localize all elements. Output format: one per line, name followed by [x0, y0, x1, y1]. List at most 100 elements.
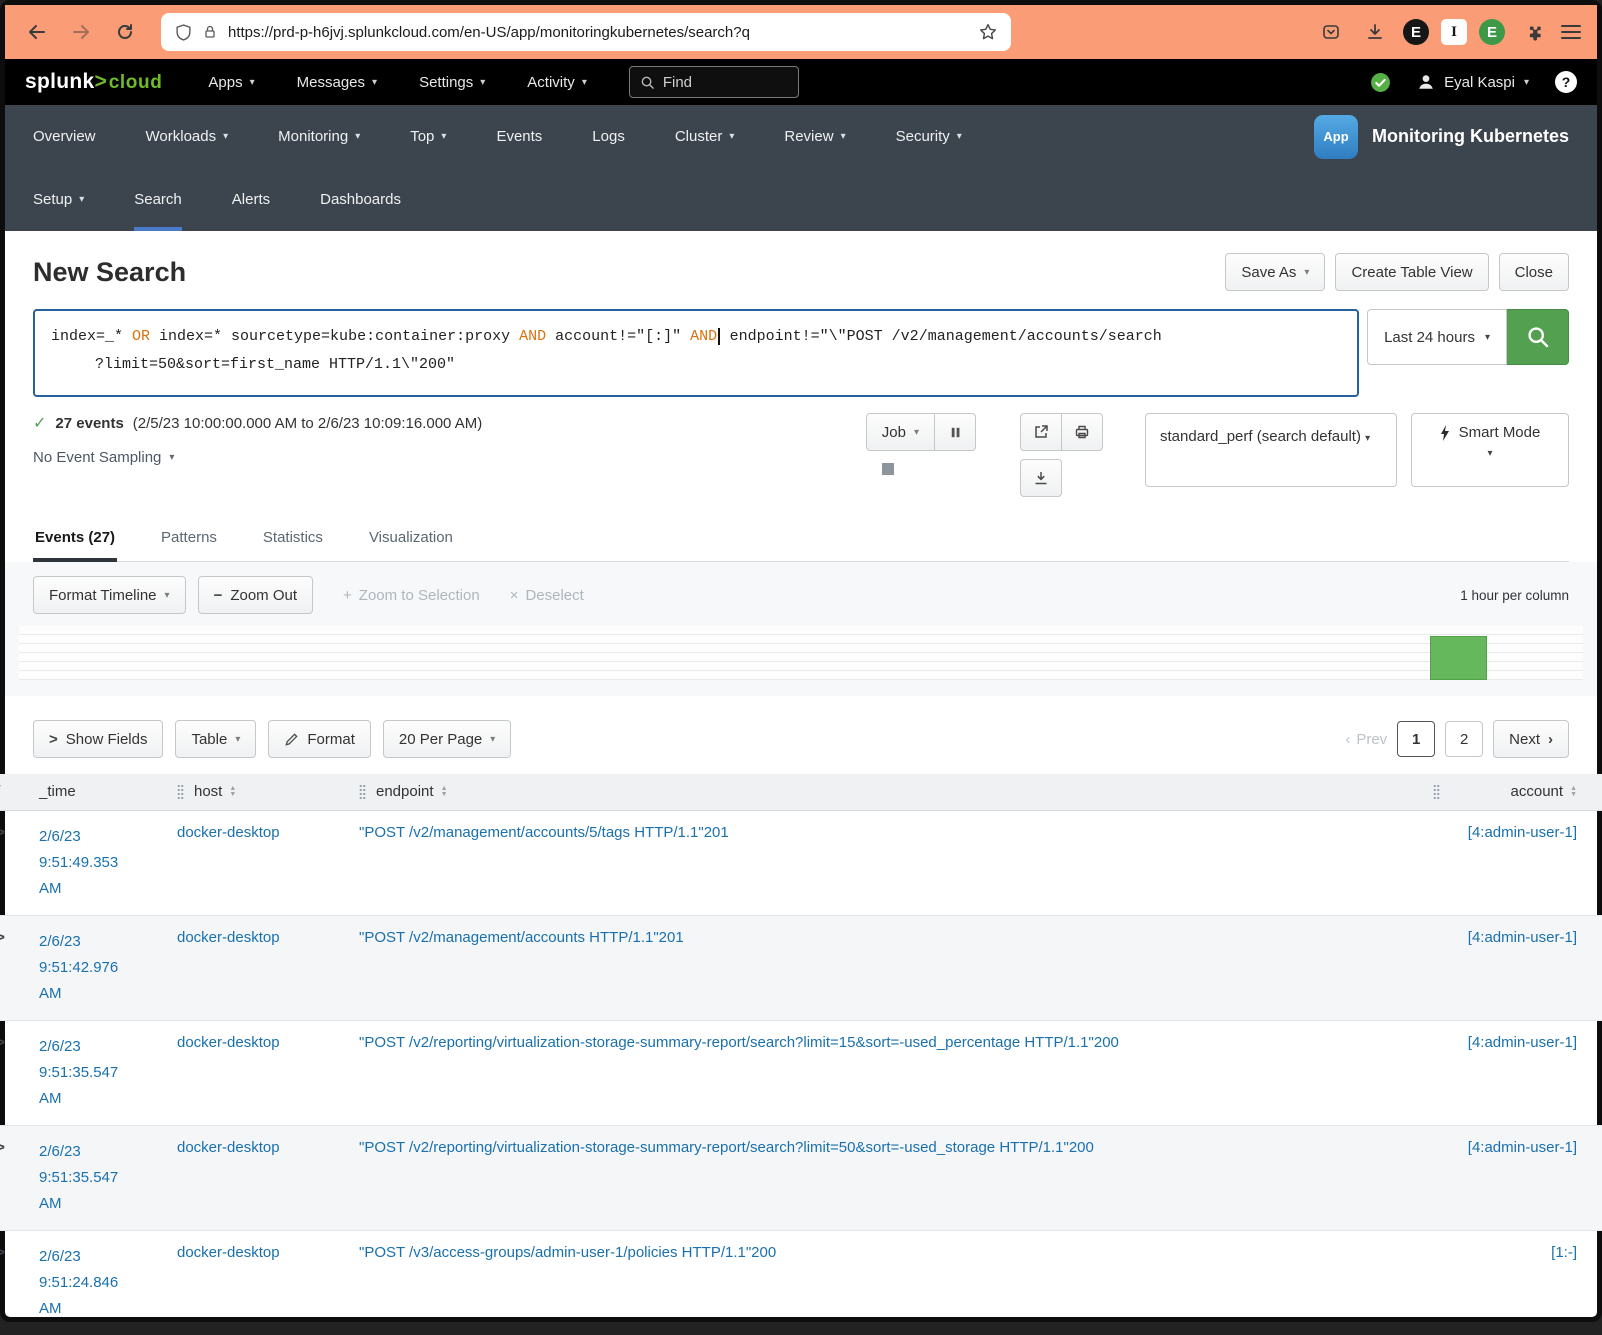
browser-forward-button[interactable] — [65, 16, 97, 48]
host-link[interactable]: docker-desktop — [177, 1034, 280, 1051]
nav-setup[interactable]: Setup▾ — [33, 168, 84, 231]
tab-patterns[interactable]: Patterns — [159, 519, 219, 561]
per-page-selector[interactable]: 20 Per Page ▾ — [383, 720, 511, 758]
extensions-button[interactable] — [1517, 16, 1549, 48]
pocket-button[interactable] — [1315, 16, 1347, 48]
column-drag-handle-icon[interactable] — [177, 784, 184, 799]
page-2-button[interactable]: 2 — [1445, 721, 1483, 757]
find-box[interactable] — [629, 66, 799, 98]
menu-button[interactable] — [1561, 21, 1581, 43]
export-results-button[interactable] — [1020, 459, 1062, 497]
address-bar[interactable]: https://prd-p-h6jvj.splunkcloud.com/en-U… — [161, 13, 1011, 51]
nav-review[interactable]: Review▾ — [784, 105, 845, 168]
nav-monitoring[interactable]: Monitoring▾ — [278, 105, 360, 168]
timeline-chart[interactable] — [19, 626, 1583, 680]
sort-icon[interactable]: ▲▼ — [1570, 786, 1577, 797]
endpoint-link[interactable]: "POST /v3/access-groups/admin-user-1/pol… — [359, 1244, 776, 1261]
menu-messages[interactable]: Messages ▾ — [297, 74, 377, 91]
menu-apps[interactable]: Apps ▾ — [208, 74, 254, 91]
timeline-bar[interactable] — [1430, 636, 1487, 680]
nav-events[interactable]: Events — [496, 105, 542, 168]
host-link[interactable]: docker-desktop — [177, 824, 280, 841]
nav-workloads[interactable]: Workloads▾ — [146, 105, 229, 168]
menu-settings[interactable]: Settings ▾ — [419, 74, 485, 91]
nav-overview[interactable]: Overview — [33, 105, 96, 168]
account-link[interactable]: [4:admin-user-1] — [1468, 824, 1577, 841]
endpoint-link[interactable]: "POST /v2/management/accounts/5/tags HTT… — [359, 824, 729, 841]
time-column-header[interactable]: _time — [39, 783, 76, 800]
event-time-link[interactable]: 2/6/239:51:42.976AM — [39, 929, 161, 1007]
nav-security[interactable]: Security▾ — [896, 105, 962, 168]
host-column-header[interactable]: host — [194, 783, 222, 800]
expand-event-icon[interactable]: > — [0, 1245, 5, 1262]
endpoint-link[interactable]: "POST /v2/reporting/virtualization-stora… — [359, 1139, 1094, 1156]
endpoint-column-header[interactable]: endpoint — [376, 783, 434, 800]
column-drag-handle-icon[interactable] — [359, 784, 366, 799]
host-link[interactable]: docker-desktop — [177, 929, 280, 946]
account-link[interactable]: [4:admin-user-1] — [1468, 1139, 1577, 1156]
expand-event-icon[interactable]: > — [0, 930, 5, 947]
time-range-picker[interactable]: Last 24 hours ▾ — [1367, 309, 1507, 365]
nav-cluster[interactable]: Cluster▾ — [675, 105, 735, 168]
downloads-button[interactable] — [1359, 16, 1391, 48]
next-page-button[interactable]: Next › — [1493, 720, 1569, 758]
sort-icon[interactable]: ▲▼ — [441, 786, 448, 797]
host-link[interactable]: docker-desktop — [177, 1244, 280, 1261]
account-link[interactable]: [4:admin-user-1] — [1468, 929, 1577, 946]
format-button[interactable]: Format — [268, 720, 371, 758]
column-drag-handle-icon[interactable] — [1433, 784, 1440, 799]
event-time-link[interactable]: 2/6/239:51:35.547AM — [39, 1034, 161, 1112]
nav-search[interactable]: Search — [134, 168, 182, 231]
browser-back-button[interactable] — [21, 16, 53, 48]
share-job-button[interactable] — [1020, 413, 1062, 451]
browser-reload-button[interactable] — [109, 16, 141, 48]
nav-logs[interactable]: Logs — [592, 105, 625, 168]
extension-badge-2[interactable]: I — [1441, 19, 1467, 45]
expand-event-icon[interactable]: > — [0, 1140, 5, 1157]
user-menu[interactable]: Eyal Kaspi ▾ — [1417, 73, 1529, 91]
help-button[interactable]: ? — [1555, 71, 1577, 93]
menu-activity[interactable]: Activity ▾ — [527, 74, 587, 91]
sort-icon[interactable]: ▲▼ — [229, 786, 236, 797]
endpoint-link[interactable]: "POST /v2/reporting/virtualization-stora… — [359, 1034, 1119, 1051]
display-as-table-button[interactable]: Table ▾ — [175, 720, 256, 758]
zoom-out-button[interactable]: − Zoom Out — [198, 576, 313, 614]
tab-events[interactable]: Events (27) — [33, 519, 117, 562]
account-link[interactable]: [1:-] — [1551, 1244, 1577, 1261]
search-button[interactable] — [1507, 309, 1569, 365]
pause-job-button[interactable] — [934, 413, 976, 451]
format-timeline-button[interactable]: Format Timeline ▾ — [33, 576, 186, 614]
tab-visualization[interactable]: Visualization — [367, 519, 455, 561]
stop-job-button[interactable] — [882, 463, 894, 475]
endpoint-link[interactable]: "POST /v2/management/accounts HTTP/1.1"2… — [359, 929, 684, 946]
search-mode-perf-selector[interactable]: standard_perf (search default) ▾ — [1145, 413, 1397, 487]
close-button[interactable]: Close — [1499, 253, 1569, 291]
account-link[interactable]: [4:admin-user-1] — [1468, 1034, 1577, 1051]
nav-top[interactable]: Top▾ — [410, 105, 446, 168]
expand-event-icon[interactable]: > — [0, 825, 5, 842]
event-time-link[interactable]: 2/6/239:51:24.846AM — [39, 1244, 161, 1322]
expand-event-icon[interactable]: > — [0, 1035, 5, 1052]
nav-dashboards[interactable]: Dashboards — [320, 168, 401, 231]
extension-badge-3[interactable]: E — [1479, 19, 1505, 45]
nav-alerts[interactable]: Alerts — [232, 168, 270, 231]
create-table-view-button[interactable]: Create Table View — [1335, 253, 1488, 291]
extension-badge-1[interactable]: E — [1403, 19, 1429, 45]
show-fields-button[interactable]: > Show Fields — [33, 720, 163, 758]
event-time-link[interactable]: 2/6/239:51:35.547AM — [39, 1139, 161, 1217]
event-sampling-selector[interactable]: No Event Sampling ▾ — [33, 449, 174, 466]
host-link[interactable]: docker-desktop — [177, 1139, 280, 1156]
event-time-link[interactable]: 2/6/239:51:49.353AM — [39, 824, 161, 902]
smart-mode-selector[interactable]: Smart Mode ▾ — [1411, 413, 1569, 487]
find-input[interactable] — [663, 74, 778, 91]
job-menu-button[interactable]: Job ▾ — [866, 413, 935, 451]
tab-statistics[interactable]: Statistics — [261, 519, 325, 561]
account-column-header[interactable]: account — [1511, 783, 1564, 800]
page-1-button[interactable]: 1 — [1397, 721, 1435, 757]
bookmark-star-icon[interactable] — [979, 23, 997, 41]
search-query-input[interactable]: index=_* OR index=* sourcetype=kube:cont… — [33, 309, 1359, 397]
print-job-button[interactable] — [1061, 413, 1103, 451]
save-as-button[interactable]: Save As ▾ — [1225, 253, 1325, 291]
splunk-cloud-logo[interactable]: splunk > cloud — [25, 70, 162, 94]
status-check-icon[interactable] — [1370, 72, 1391, 93]
